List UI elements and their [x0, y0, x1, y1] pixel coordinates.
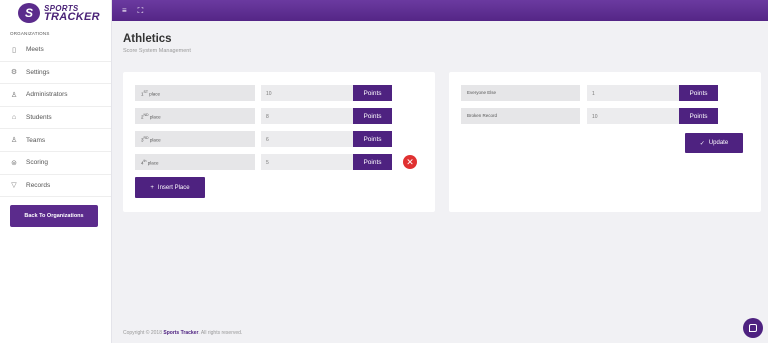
logo-icon: S: [18, 2, 40, 23]
place-label: 4th place: [135, 154, 255, 170]
points-button[interactable]: Points: [353, 131, 392, 147]
graduation-cap-icon: ⌂: [11, 114, 17, 122]
hamburger-menu-icon[interactable]: ≡: [122, 6, 127, 15]
footer: Copyright © 2018 Sports Tracker. All rig…: [123, 330, 243, 336]
sidebar-item-label: Students: [26, 114, 52, 122]
scoring-icon: ⊜: [11, 159, 17, 167]
app-logo[interactable]: S SPORTS TRACKER: [0, 0, 111, 25]
place-row: 2ND place 8 Points: [123, 108, 435, 124]
insert-place-button[interactable]: + Insert Place: [135, 177, 205, 198]
team-icon: ♙: [10, 137, 18, 145]
place-label: 2ND place: [135, 108, 255, 124]
update-label: Update: [708, 140, 729, 146]
chat-launcher-icon[interactable]: [743, 318, 763, 338]
top-bar: ≡ ⛶: [112, 0, 768, 21]
sidebar-item-label: Administrators: [26, 91, 68, 99]
place-points-input[interactable]: 8: [261, 108, 353, 124]
main-content: Athletics Score System Management 1ST pl…: [112, 21, 768, 343]
place-points-input[interactable]: 5: [261, 154, 353, 170]
delete-place-icon[interactable]: ✕: [403, 155, 417, 169]
sidebar-item-records[interactable]: ▽ Records: [0, 175, 111, 198]
sidebar: S SPORTS TRACKER ORGANIZATIONS ▯ Meets ⚙…: [0, 0, 112, 343]
sidebar-item-administrators[interactable]: ♙ Administrators: [0, 84, 111, 107]
places-card: 1ST place 10 Points 2ND place 8 Points 3…: [123, 72, 435, 212]
sidebar-item-teams[interactable]: ♙ Teams: [0, 129, 111, 152]
special-row: Broken Record 10 Points: [449, 108, 761, 124]
trophy-icon: ▽: [11, 182, 17, 190]
logo-line-2: TRACKER: [44, 10, 100, 23]
admins-icon: ♙: [10, 91, 18, 99]
plus-icon: +: [150, 184, 154, 191]
sidebar-item-label: Records: [26, 181, 51, 189]
insert-place-label: Insert Place: [157, 184, 190, 191]
back-to-organizations-button[interactable]: Back To Organizations: [10, 205, 98, 227]
section-label: ORGANIZATIONS: [10, 31, 50, 36]
special-scores-card: Everyone Else 1 Points Broken Record 10 …: [449, 72, 761, 212]
special-row: Everyone Else 1 Points: [449, 85, 761, 101]
calendar-icon: ▯: [12, 46, 16, 54]
place-row: 3RD place 6 Points: [123, 131, 435, 147]
place-label: 1ST place: [135, 85, 255, 101]
place-points-input[interactable]: 6: [261, 131, 353, 147]
check-icon: ✓: [699, 140, 705, 147]
place-row: 1ST place 10 Points: [123, 85, 435, 101]
points-button[interactable]: Points: [353, 108, 392, 124]
sidebar-item-settings[interactable]: ⚙ Settings: [0, 62, 111, 85]
sidebar-item-students[interactable]: ⌂ Students: [0, 107, 111, 130]
sidebar-item-label: Scoring: [26, 159, 49, 167]
update-button[interactable]: ✓ Update: [685, 133, 743, 153]
sidebar-item-label: Meets: [26, 46, 44, 54]
points-button[interactable]: Points: [679, 85, 718, 101]
page-subtitle: Score System Management: [123, 48, 191, 54]
special-label: Broken Record: [461, 108, 580, 124]
sidebar-item-label: Teams: [26, 136, 46, 144]
footer-brand-link[interactable]: Sports Tracker: [163, 330, 198, 336]
points-button[interactable]: Points: [679, 108, 718, 124]
sidebar-item-label: Settings: [26, 68, 50, 76]
gear-icon: ⚙: [10, 69, 18, 77]
place-row: 4th place 5 Points ✕: [123, 154, 435, 170]
place-label: 3RD place: [135, 131, 255, 147]
special-points-input[interactable]: 10: [587, 108, 679, 124]
fullscreen-icon[interactable]: ⛶: [138, 6, 144, 15]
place-points-input[interactable]: 10: [261, 85, 353, 101]
sidebar-item-scoring[interactable]: ⊜ Scoring: [0, 152, 111, 175]
sidebar-item-meets[interactable]: ▯ Meets: [0, 39, 111, 62]
points-button[interactable]: Points: [353, 85, 392, 101]
points-button[interactable]: Points: [353, 154, 392, 170]
special-points-input[interactable]: 1: [587, 85, 679, 101]
special-label: Everyone Else: [461, 85, 580, 101]
page-title: Athletics: [123, 33, 172, 45]
